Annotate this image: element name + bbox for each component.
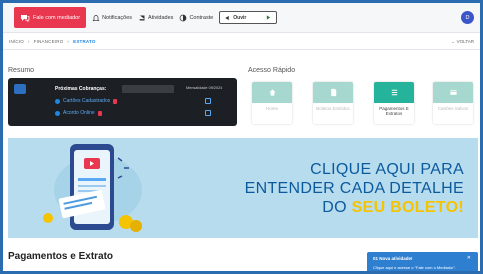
- contrast-label: Contraste: [189, 14, 214, 21]
- close-icon[interactable]: ✕: [467, 255, 471, 261]
- month-label: Mensalidade 09/2024: [186, 86, 223, 90]
- home-icon: [252, 82, 292, 103]
- contrast-icon: [180, 14, 187, 21]
- next-charges-label: Próximas Cobranças:: [55, 86, 107, 92]
- phone-boleto-illustration: [43, 144, 142, 232]
- pdf-icon: [113, 98, 118, 104]
- open-online-agreement-icon[interactable]: [205, 110, 211, 116]
- activities-label: Atividades: [148, 14, 174, 21]
- divider: [3, 49, 480, 50]
- banner-line-1: CLIQUE AQUI PARA: [310, 161, 464, 178]
- notifications-label: Notificações: [102, 14, 133, 21]
- payments-section-title: Pagamentos e Extrato: [8, 251, 114, 262]
- card-dot-icon: [55, 98, 60, 104]
- billing-icon: [14, 84, 26, 94]
- banner-line-3: DO SEU BOLETO!: [245, 198, 464, 217]
- breadcrumb-financeiro[interactable]: FINANCEIRO: [34, 39, 64, 44]
- breadcrumb: INÍCIO › FINANCEIRO › EXTRATO: [9, 39, 96, 44]
- quick-access-pagamentos[interactable]: Pagamentos E Extratos: [374, 82, 414, 124]
- talk-to-mediator-label: Fale com mediador: [33, 14, 81, 21]
- resumo-card: Próximas Cobranças: Mensalidade 09/2024 …: [8, 78, 237, 126]
- breadcrumb-home[interactable]: INÍCIO: [9, 39, 24, 44]
- open-saved-cards-icon[interactable]: [205, 98, 211, 104]
- resumo-title: Resumo: [8, 67, 35, 74]
- chat-icon: [21, 14, 30, 22]
- banner-line-3-prefix: DO: [322, 199, 347, 216]
- pdf-icon: [97, 110, 102, 116]
- talk-to-mediator-button[interactable]: Fale com mediador: [14, 7, 87, 28]
- notifications-link[interactable]: Notificações: [92, 14, 132, 22]
- quick-access-boletos[interactable]: Boletos Emitidos: [313, 82, 353, 124]
- back-link[interactable]: ← VOLTAR: [451, 39, 474, 44]
- activities-link[interactable]: Atividades: [138, 14, 173, 22]
- book-icon: [139, 15, 145, 20]
- quick-access-label: Boletos Emitidos: [316, 106, 350, 111]
- quick-access-home[interactable]: Home: [252, 82, 292, 124]
- online-agreement-label: Acordo Online: [63, 110, 95, 116]
- saved-cards-label: Cartões Cadastrados: [63, 98, 111, 104]
- listen-button[interactable]: Ouvir: [219, 11, 278, 24]
- breadcrumb-extrato: EXTRATO: [73, 39, 96, 44]
- quick-access-label: Pagamentos E Extratos: [379, 106, 409, 116]
- listen-label: Ouvir: [233, 14, 247, 21]
- online-agreement-row[interactable]: Acordo Online: [55, 110, 102, 116]
- play-icon: [267, 15, 271, 20]
- bell-icon: [92, 14, 100, 21]
- acesso-rapido-title: Acesso Rápido: [248, 67, 296, 74]
- agreement-dot-icon: [55, 110, 60, 116]
- breadcrumb-separator: ›: [67, 39, 70, 44]
- activity-toast[interactable]: 01 Nova atividade! ✕ Clique aqui e acess…: [367, 252, 478, 274]
- toast-title: 01 Nova atividade!: [373, 256, 413, 261]
- card-icon: [433, 82, 473, 103]
- quick-access-cartoes[interactable]: Cartões Salvos: [433, 82, 473, 124]
- speaker-icon: [226, 15, 230, 20]
- quick-access-label: Cartões Salvos: [437, 106, 469, 111]
- banner-line-2: ENTENDER CADA DETALHE: [244, 180, 464, 197]
- user-avatar[interactable]: D: [461, 11, 474, 24]
- breadcrumb-separator: ›: [27, 39, 30, 44]
- banner-highlight: SEU BOLETO!: [351, 199, 464, 216]
- saved-cards-row[interactable]: Cartões Cadastrados: [55, 98, 118, 104]
- document-icon: [313, 82, 353, 103]
- top-bar: Fale com mediador Notificações Atividade…: [3, 3, 480, 33]
- toast-message: Clique aqui e acesse o "Fale com o Media…: [373, 265, 457, 270]
- quick-access-label: Home: [265, 106, 278, 111]
- redacted-value: [122, 85, 174, 93]
- boleto-banner[interactable]: CLIQUE AQUI PARA ENTENDER CADA DETALHE D…: [8, 138, 478, 238]
- contrast-toggle[interactable]: Contraste: [179, 14, 213, 22]
- back-label: VOLTAR: [456, 39, 474, 44]
- banner-headline: CLIQUE AQUI PARA ENTENDER CADA DETALHE D…: [245, 160, 464, 217]
- list-icon: [374, 82, 414, 103]
